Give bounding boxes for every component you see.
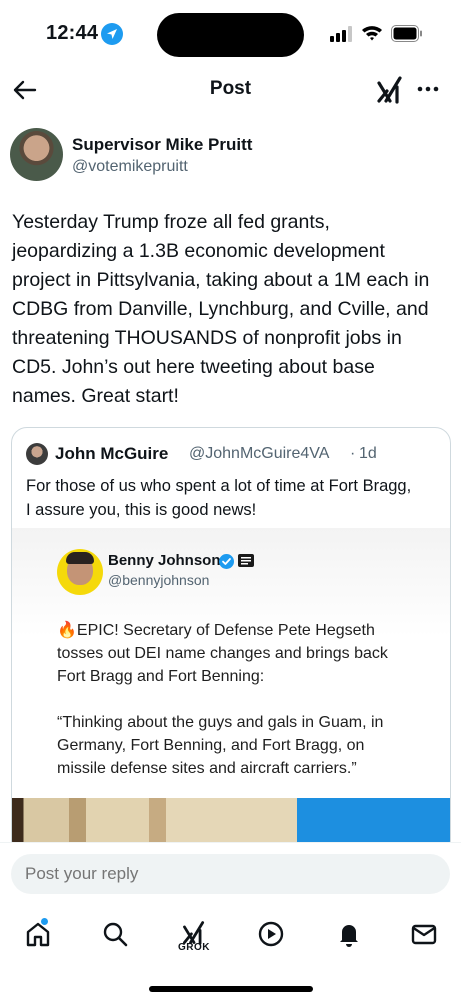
grok-icon[interactable] xyxy=(376,75,404,105)
notification-dot xyxy=(40,917,49,926)
embedded-text-line: 🔥EPIC! Secretary of Defense Pete Hegseth xyxy=(57,622,375,639)
battery-icon xyxy=(391,25,423,42)
tab-messages[interactable] xyxy=(406,916,442,952)
post-text-line: CDBG from Danville, Lynchburg, and Cvill… xyxy=(12,298,429,320)
reply-input[interactable] xyxy=(11,854,450,894)
post-text-line: project in Pittsylvania, taking about a … xyxy=(12,269,430,291)
embedded-author-name: Benny Johnson xyxy=(108,552,221,569)
separator-dot: · xyxy=(350,445,356,462)
quoted-post-text: For those of us who spent a lot of time … xyxy=(26,474,441,522)
post-text-line: CD5. John’s out here tweeting about base xyxy=(12,356,375,378)
tab-home[interactable] xyxy=(20,916,56,952)
wifi-icon xyxy=(361,24,383,42)
location-arrow-icon xyxy=(101,23,123,45)
dynamic-island xyxy=(157,13,304,57)
post-text-line: Yesterday Trump froze all fed grants, xyxy=(12,211,330,233)
quoted-author-name: John McGuire xyxy=(55,444,169,463)
embedded-avatar xyxy=(57,549,103,595)
quoted-post-header: John McGuire @JohnMcGuire4VA · 1d xyxy=(26,442,446,466)
reply-bar xyxy=(0,842,461,902)
embedded-text-line: Fort Bragg and Fort Benning: xyxy=(57,668,265,685)
post-text-line: jeopardizing a 1.3B economic development xyxy=(12,240,385,262)
search-icon xyxy=(103,922,128,947)
affiliate-badge-icon xyxy=(238,554,254,567)
embedded-text-line: Germany, Fort Benning, and Fort Bragg, o… xyxy=(57,737,365,754)
tab-search[interactable] xyxy=(97,916,133,952)
bottom-tab-bar: GROK xyxy=(0,902,461,1000)
verified-badge-icon xyxy=(219,554,234,569)
quoted-author-handle: @JohnMcGuire4VA xyxy=(189,445,330,462)
quoted-media[interactable]: Benny Johnson @bennyjohnson 🔥EPIC! Secre… xyxy=(12,528,450,856)
post-text: Yesterday Trump froze all fed grants, je… xyxy=(12,208,452,411)
embedded-quote-paragraph: “Thinking about the guys and gals in Gua… xyxy=(57,711,437,780)
quoted-post[interactable]: John McGuire @JohnMcGuire4VA · 1d For th… xyxy=(11,427,451,857)
embedded-post-text: 🔥EPIC! Secretary of Defense Pete Hegseth… xyxy=(57,619,437,803)
avatar-hair xyxy=(66,552,94,564)
author-name[interactable]: Supervisor Mike Pruitt xyxy=(72,135,252,155)
author-handle[interactable]: @votemikepruitt xyxy=(72,158,188,176)
quoted-avatar xyxy=(26,443,48,465)
post-text-line: names. Great start! xyxy=(12,385,179,407)
avatar[interactable] xyxy=(10,128,63,181)
status-time: 12:44 xyxy=(46,22,99,44)
quoted-text-line: I assure you, this is good news! xyxy=(26,501,257,519)
post-author[interactable]: Supervisor Mike Pruitt @votemikepruitt xyxy=(10,128,450,184)
quoted-text-line: For those of us who spent a lot of time … xyxy=(26,477,412,495)
post-text-line: threatening THOUSANDS of nonprofit jobs … xyxy=(12,327,402,349)
tab-video[interactable] xyxy=(253,916,289,952)
bell-icon xyxy=(340,925,358,947)
embedded-text-paragraph: 🔥EPIC! Secretary of Defense Pete Hegseth… xyxy=(57,619,437,688)
cellular-signal-icon xyxy=(330,26,354,42)
more-options-icon[interactable] xyxy=(416,79,440,99)
home-indicator xyxy=(149,986,313,992)
play-circle-icon xyxy=(258,921,284,947)
post-header: Post xyxy=(0,70,461,110)
embedded-text-line: tosses out DEI name changes and brings b… xyxy=(57,645,388,662)
embedded-text-line: missile defense sites and aircraft carri… xyxy=(57,760,357,777)
embedded-text-line: “Thinking about the guys and gals in Gua… xyxy=(57,714,384,731)
embedded-author-handle: @bennyjohnson xyxy=(108,572,210,588)
grok-tab-label: GROK xyxy=(178,942,210,953)
quoted-timestamp: 1d xyxy=(359,445,377,462)
mail-icon xyxy=(411,924,437,945)
status-bar: 12:44 xyxy=(0,0,461,70)
tab-notifications[interactable] xyxy=(331,916,367,952)
